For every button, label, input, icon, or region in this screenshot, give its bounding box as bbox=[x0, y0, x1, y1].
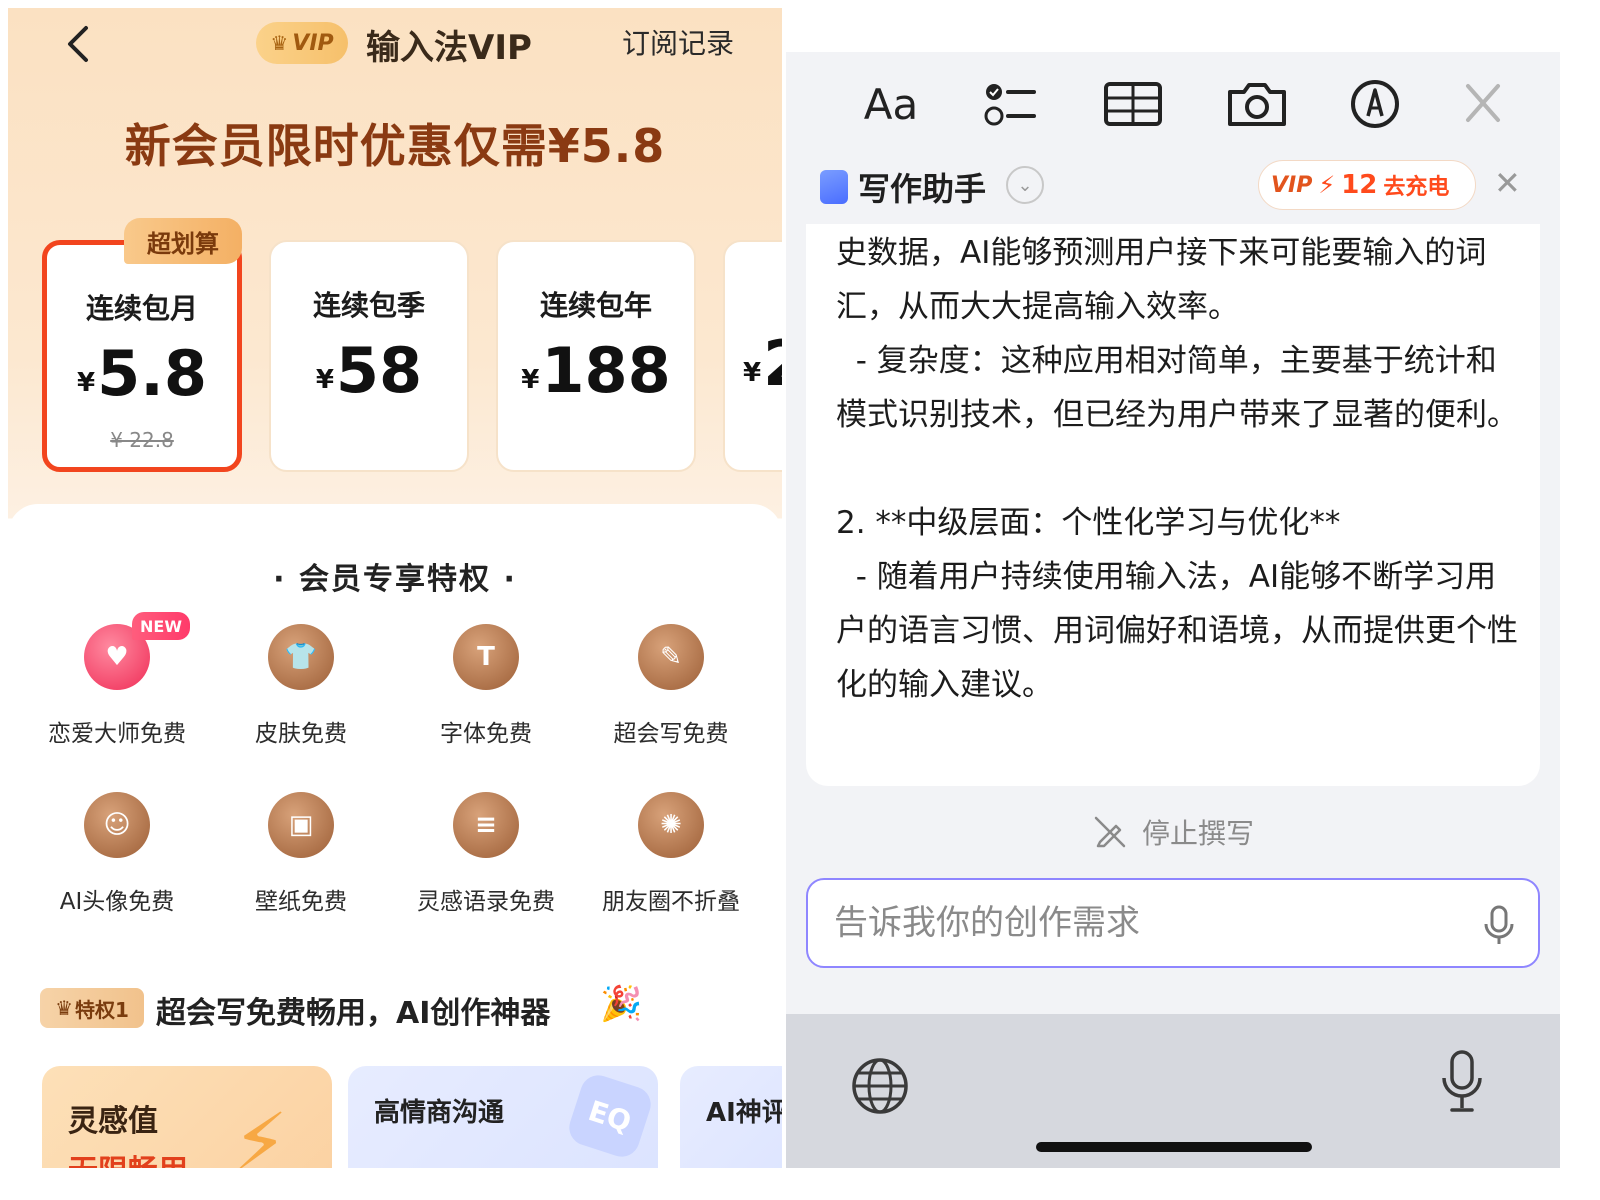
price-value: 58 bbox=[335, 334, 423, 407]
plan-name: 连续包月 bbox=[85, 292, 198, 325]
markup-pen-icon[interactable] bbox=[1340, 74, 1410, 134]
currency-symbol: ¥ bbox=[521, 365, 540, 395]
feature-label: 恋爱大师免费 bbox=[48, 721, 186, 747]
feature-ai-avatar[interactable]: ☺ AI头像免费 bbox=[32, 792, 202, 916]
currency-symbol: ¥ bbox=[77, 368, 96, 398]
vip-label: VIP bbox=[1271, 172, 1313, 198]
close-icon[interactable] bbox=[1448, 74, 1518, 134]
notes-writing-assistant: Aa 写作助手 ⌄ VIP ⚡ 12 去充电 ✕ 史数据，AI能够预测用户接下来… bbox=[786, 52, 1560, 1168]
lightning-icon: ⚡ bbox=[1318, 171, 1336, 199]
table-icon[interactable] bbox=[1098, 74, 1168, 134]
pen-icon: ✎ bbox=[638, 624, 704, 690]
plan-card-yearly[interactable]: 连续包年 ¥188 bbox=[496, 240, 696, 472]
globe-icon[interactable] bbox=[850, 1056, 910, 1116]
chevron-down-icon[interactable]: ⌄ bbox=[1006, 166, 1044, 204]
generated-text: 史数据，AI能够预测用户接下来可能要输入的词汇，从而大大提高输入效率。 - 复杂… bbox=[836, 235, 1518, 703]
assistant-close-icon[interactable]: ✕ bbox=[1494, 164, 1521, 202]
vip-subscription-page: ♛ VIP 输入法VIP 订阅记录 新会员限时优惠仅需¥5.8 连续包月 ¥5.… bbox=[8, 8, 782, 1168]
feature-moments-unfold[interactable]: ✺ 朋友圈不折叠 bbox=[586, 792, 756, 916]
vip-badge-label: VIP bbox=[292, 30, 334, 56]
eq-icon: EQ bbox=[564, 1070, 656, 1162]
home-indicator[interactable] bbox=[1036, 1142, 1312, 1152]
back-chevron-icon[interactable] bbox=[58, 22, 102, 66]
feature-label: AI头像免费 bbox=[59, 889, 175, 915]
feature-love-master[interactable]: ♥ 恋爱大师免费 bbox=[32, 624, 202, 748]
stop-pen-icon bbox=[1094, 816, 1126, 848]
stop-writing-label: 停止撰写 bbox=[1141, 817, 1254, 850]
promo-title: 新会员限时优惠仅需¥5.8 bbox=[124, 119, 666, 173]
face-avatar-icon: ☺ bbox=[84, 792, 150, 858]
privilege-tag-label: 特权1 bbox=[75, 997, 129, 1022]
feature-label: 朋友圈不折叠 bbox=[602, 889, 740, 915]
creation-request-field[interactable] bbox=[806, 878, 1540, 968]
card-ai-review[interactable]: AI神评 bbox=[680, 1066, 782, 1168]
checklist-icon[interactable] bbox=[976, 74, 1046, 134]
card-subtitle: 无限畅用 bbox=[68, 1146, 188, 1168]
feature-wallpaper[interactable]: ▣ 壁纸免费 bbox=[216, 792, 386, 916]
dictation-microphone-icon[interactable] bbox=[1440, 1048, 1484, 1118]
plan-name: 连续包年 bbox=[539, 289, 652, 322]
page-title: 输入法VIP bbox=[366, 28, 532, 68]
camera-icon[interactable] bbox=[1222, 74, 1292, 134]
price-value: 188 bbox=[541, 334, 671, 407]
plan-price: ¥2 bbox=[725, 331, 782, 406]
new-badge: NEW bbox=[132, 612, 190, 640]
deal-badge: 超划算 bbox=[124, 218, 242, 264]
creation-request-input[interactable] bbox=[834, 898, 1454, 948]
lightning-icon: ⚡ bbox=[232, 1096, 289, 1168]
format-button[interactable]: Aa bbox=[856, 74, 926, 134]
assistant-title: 写作助手 bbox=[858, 170, 987, 208]
price-value: 5.8 bbox=[97, 337, 207, 410]
currency-symbol: ¥ bbox=[315, 365, 334, 395]
feature-label: 皮肤免费 bbox=[255, 721, 347, 747]
card-title: 灵感值 bbox=[68, 1104, 158, 1139]
feature-inspiration-quotes[interactable]: ≡ 灵感语录免费 bbox=[401, 792, 571, 916]
microphone-icon[interactable] bbox=[1482, 904, 1516, 946]
card-title: 高情商沟通 bbox=[374, 1098, 505, 1128]
plan-card-quarterly[interactable]: 连续包季 ¥58 bbox=[269, 240, 469, 472]
currency-symbol: ¥ bbox=[743, 358, 762, 388]
feature-label: 灵感语录免费 bbox=[417, 889, 555, 915]
feature-label: 超会写免费 bbox=[613, 721, 729, 747]
card-inspiration[interactable]: 灵感值 无限畅用 ⚡ bbox=[42, 1066, 332, 1168]
stop-writing-button[interactable]: 停止撰写 bbox=[786, 812, 1560, 852]
tshirt-icon: 👕 bbox=[268, 624, 334, 690]
plan-price: ¥188 bbox=[498, 338, 694, 413]
vip-badge: ♛ VIP bbox=[256, 22, 348, 64]
feature-label: 壁纸免费 bbox=[255, 889, 347, 915]
aperture-icon: ✺ bbox=[638, 792, 704, 858]
plan-price: ¥58 bbox=[271, 338, 467, 413]
card-eq-communication[interactable]: 高情商沟通 EQ bbox=[348, 1066, 658, 1168]
quote-bubble-icon: ≡ bbox=[453, 792, 519, 858]
feature-label: 字体免费 bbox=[440, 721, 532, 747]
privilege-tag: ♛ 特权1 bbox=[40, 988, 144, 1028]
privilege-title: 超会写免费畅用，AI创作神器 bbox=[156, 996, 551, 1031]
energy-count: 12 bbox=[1341, 170, 1378, 200]
keyboard-bottom-bar bbox=[786, 1014, 1560, 1168]
party-popper-icon: 🎉 bbox=[600, 984, 643, 1024]
plan-original-price: ¥ 22.8 bbox=[110, 428, 174, 452]
generated-text-card: 史数据，AI能够预测用户接下来可能要输入的词汇，从而大大提高输入效率。 - 复杂… bbox=[806, 224, 1540, 786]
card-title: AI神评 bbox=[706, 1098, 782, 1128]
section-title: · 会员专享特权 · bbox=[273, 562, 517, 597]
vip-energy-recharge[interactable]: VIP ⚡ 12 去充电 bbox=[1258, 160, 1476, 210]
font-icon: T bbox=[453, 624, 519, 690]
feature-font[interactable]: T 字体免费 bbox=[401, 624, 571, 748]
feature-skin[interactable]: 👕 皮肤免费 bbox=[216, 624, 386, 748]
recharge-label: 去充电 bbox=[1383, 175, 1450, 200]
image-icon: ▣ bbox=[268, 792, 334, 858]
plan-name: 连续包季 bbox=[312, 289, 425, 322]
price-value: 2 bbox=[763, 327, 782, 400]
plan-price: ¥5.8 bbox=[47, 341, 237, 416]
plan-card-partial[interactable]: . ¥2 bbox=[723, 240, 782, 472]
crown-icon: ♛ bbox=[270, 31, 289, 55]
writing-assistant-logo-icon bbox=[820, 170, 848, 204]
subscription-record-link[interactable]: 订阅记录 bbox=[622, 22, 734, 62]
plan-card-monthly[interactable]: 连续包月 ¥5.8 ¥ 22.8 bbox=[42, 240, 242, 472]
crown-icon: ♛ bbox=[55, 996, 73, 1020]
feature-super-write[interactable]: ✎ 超会写免费 bbox=[586, 624, 756, 748]
